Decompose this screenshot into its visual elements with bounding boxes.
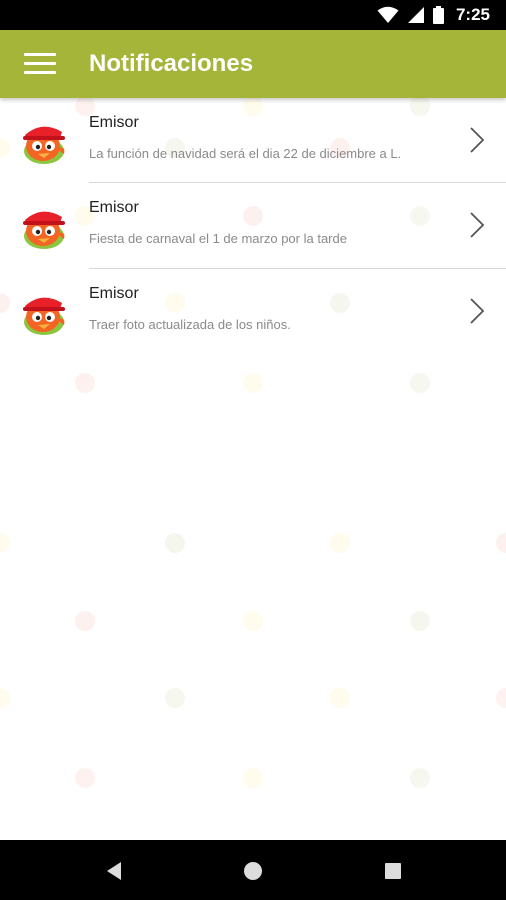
notification-message: Traer foto actualizada de los niños. [89, 317, 291, 332]
notification-sender: Emisor [89, 199, 139, 216]
notification-sender: Emisor [89, 285, 139, 302]
hamburger-menu-icon[interactable] [24, 53, 56, 75]
chevron-right-icon[interactable] [468, 297, 486, 325]
chevron-right-icon[interactable] [468, 126, 486, 154]
notification-message: La función de navidad será el dia 22 de … [89, 146, 402, 161]
chevron-right-icon[interactable] [468, 211, 486, 239]
recents-icon[interactable] [380, 858, 406, 884]
status-bar: 7:25 [0, 0, 506, 30]
wifi-icon [377, 6, 399, 23]
notification-list: Emisor La función de navidad será el dia… [0, 98, 506, 355]
status-icons: 7:25 [377, 0, 490, 30]
bird-mascot-avatar [23, 126, 65, 164]
home-icon[interactable] [240, 858, 266, 884]
notification-item[interactable]: Emisor Fiesta de carnaval el 1 de marzo … [0, 183, 506, 269]
battery-icon [432, 6, 444, 24]
notification-message: Fiesta de carnaval el 1 de marzo por la … [89, 231, 347, 246]
app-bar: Notificaciones [0, 30, 506, 98]
page-title: Notificaciones [89, 50, 254, 77]
status-time: 7:25 [455, 5, 490, 24]
notification-list-area[interactable]: Emisor La función de navidad será el dia… [0, 98, 506, 840]
bird-mascot-avatar [23, 297, 65, 335]
notification-item[interactable]: Emisor Traer foto actualizada de los niñ… [0, 269, 506, 355]
notification-sender: Emisor [89, 114, 139, 131]
cellular-signal-icon [407, 7, 424, 23]
back-icon[interactable] [101, 858, 127, 884]
system-navigation-bar [0, 840, 506, 900]
notification-item[interactable]: Emisor La función de navidad será el dia… [0, 98, 506, 183]
bird-mascot-avatar [23, 211, 65, 249]
